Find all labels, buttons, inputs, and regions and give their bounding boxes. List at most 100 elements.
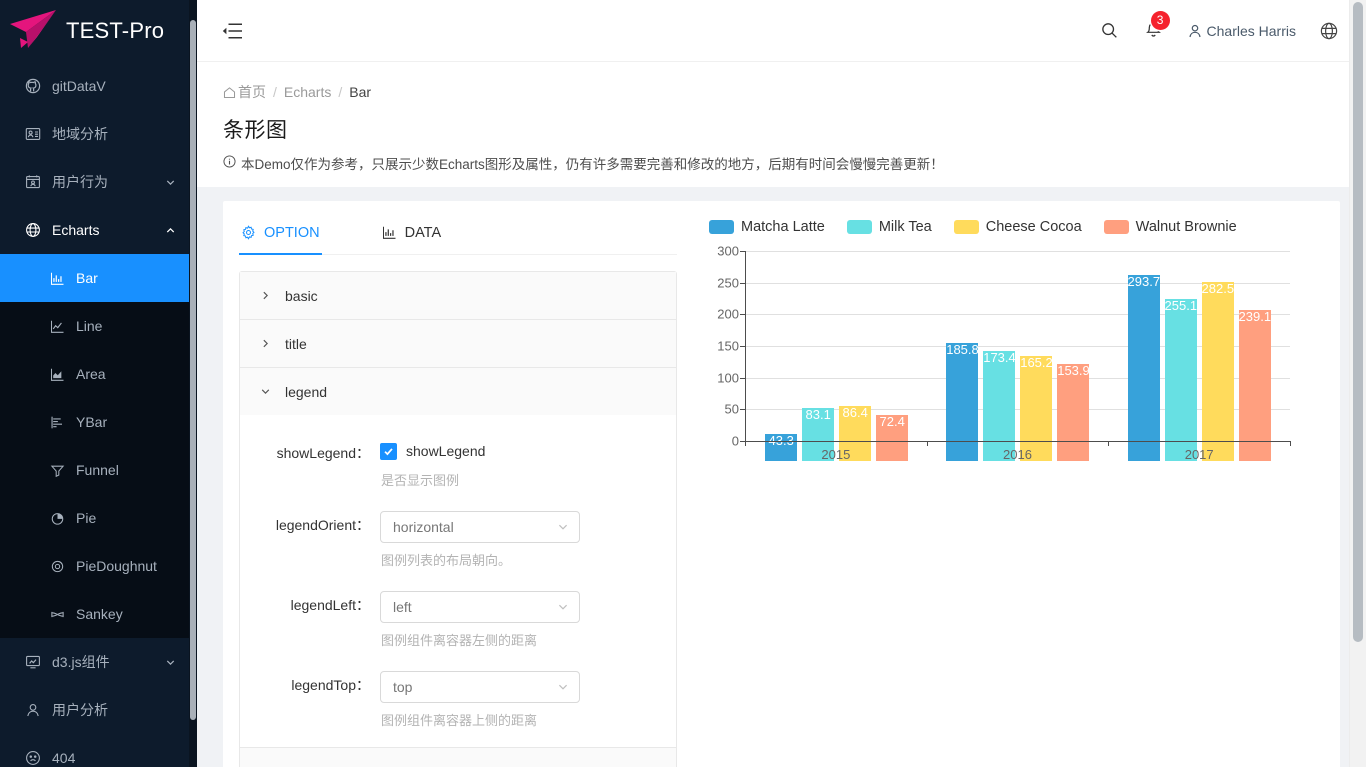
sidebar-item-label: 404 (52, 750, 76, 766)
y-tick-label: 100 (717, 370, 739, 386)
collapse-header-title[interactable]: title (240, 320, 676, 367)
sidebar-scrollbar-track[interactable] (189, 0, 197, 767)
y-tick-label: 50 (724, 401, 739, 417)
user-menu[interactable]: Charles Harris (1187, 23, 1296, 39)
page-description: 本Demo仅作为参考，只展示少数Echarts图形及属性，仍有许多需要完善和修改… (223, 153, 1340, 173)
legendleft-select[interactable]: left (380, 591, 580, 623)
bar[interactable]: 165.2 (1020, 355, 1053, 461)
bar-value-label: 255.1 (1164, 298, 1198, 314)
sidebar-item-label: Area (76, 366, 106, 382)
bar[interactable]: 282.5 (1201, 281, 1235, 461)
sidebar-item-label: gitDataV (52, 78, 106, 94)
collapse-label: basic (285, 287, 318, 304)
sidebar-item-ybar[interactable]: YBar (0, 398, 197, 446)
bar-value-label: 282.5 (1201, 281, 1235, 297)
sidebar-item-bar[interactable]: Bar (0, 254, 197, 302)
breadcrumb: 首页 / Echarts / Bar (223, 82, 1340, 102)
bell-icon[interactable]: 3 (1143, 10, 1170, 42)
sidebar-item-line[interactable]: Line (0, 302, 197, 350)
brand-logo[interactable]: TEST-Pro (0, 0, 197, 62)
topbar: 3 Charles Harris (197, 0, 1366, 62)
legend-item[interactable]: Walnut Brownie (1103, 219, 1237, 235)
sidebar-item-piedoughnut[interactable]: PieDoughnut (0, 542, 197, 590)
collapse-label: legend (285, 383, 328, 400)
globe-icon[interactable] (1318, 20, 1340, 42)
collapse-label: grid (285, 764, 308, 767)
breadcrumb-item-current: Bar (349, 84, 372, 100)
sidebar: TEST-Pro gitDataV 地域分析 用户行为 Echarts Bar … (0, 0, 197, 767)
bar-group: 185.8 173.4 165.2 153.9 (927, 271, 1108, 461)
panel-tabs: OPTION DATA (239, 211, 677, 255)
option-column: OPTION DATA basic title legend showLegen… (223, 201, 693, 767)
showlegend-checkbox[interactable] (380, 442, 397, 460)
collapse-header-legend[interactable]: legend (240, 368, 676, 415)
breadcrumb-item-home[interactable]: 首页 (223, 82, 266, 102)
bar[interactable]: 239.1 (1239, 309, 1271, 461)
search-icon[interactable] (1099, 20, 1121, 42)
chevron-right-icon (260, 290, 271, 301)
bar[interactable]: 255.1 (1164, 298, 1198, 461)
content-card: OPTION DATA basic title legend showLegen… (223, 201, 1340, 767)
chart-legend: Matcha Latte Milk Tea Cheese Cocoa Walnut B… (701, 205, 1322, 235)
sidebar-item-area[interactable]: Area (0, 350, 197, 398)
main-scrollbar-track[interactable] (1349, 0, 1366, 767)
collapse-panel-legend: legend showLegend ： showLegend 是否显示图例 le… (240, 368, 676, 748)
sidebar-item-user-analysis[interactable]: 用户分析 (0, 686, 197, 734)
select-value: horizontal (393, 519, 454, 535)
sidebar-item-funnel[interactable]: Funnel (0, 446, 197, 494)
gear-icon (241, 225, 256, 240)
main-scrollbar-thumb[interactable] (1353, 2, 1363, 642)
legendorient-select[interactable]: horizontal (380, 511, 580, 543)
globe-chart-icon (24, 221, 42, 239)
collapse-header-basic[interactable]: basic (240, 272, 676, 319)
sankey-icon (48, 605, 66, 623)
chevron-down-icon (557, 681, 569, 693)
form-row-legendleft: legendLeft left (250, 591, 658, 667)
bar-chart-icon (382, 225, 397, 240)
bar[interactable]: 293.7 (1127, 274, 1161, 461)
chart-y-axis-labels: 0 50 100 150 200 250 300 (703, 244, 739, 449)
sidebar-item-user-behavior[interactable]: 用户行为 (0, 158, 197, 206)
sidebar-item-label: YBar (76, 414, 108, 430)
home-icon (223, 86, 236, 99)
sidebar-item-label: 用户分析 (52, 702, 108, 718)
sidebar-item-gitdatav[interactable]: gitDataV (0, 62, 197, 110)
bar[interactable]: 185.8 (946, 342, 979, 461)
sidebar-item-d3js[interactable]: d3.js组件 (0, 638, 197, 686)
select-value: top (393, 679, 413, 695)
sidebar-scrollbar-thumb[interactable] (190, 20, 196, 720)
legend-item[interactable]: Matcha Latte (709, 219, 825, 235)
legend-swatch (846, 220, 872, 234)
bar[interactable]: 173.4 (983, 350, 1016, 461)
chart-x-axis-line (745, 441, 1290, 442)
breadcrumb-separator: / (338, 84, 343, 100)
tab-option[interactable]: OPTION (239, 211, 322, 255)
y-tick-label: 200 (717, 306, 739, 322)
sidebar-item-label: Funnel (76, 462, 119, 478)
user-icon (1187, 23, 1203, 39)
legendtop-select[interactable]: top (380, 671, 580, 703)
form-label: legendOrient (250, 511, 370, 535)
tab-label: DATA (404, 224, 442, 241)
x-tick-label: 2016 (1003, 447, 1032, 462)
breadcrumb-item-echarts[interactable]: Echarts (284, 84, 331, 100)
form-hint: 图例组件离容器左侧的距离 (381, 633, 538, 648)
sidebar-item-sankey[interactable]: Sankey (0, 590, 197, 638)
sidebar-item-404[interactable]: 404 (0, 734, 197, 767)
form-row-showlegend: showLegend show (250, 439, 658, 507)
sidebar-item-region-analysis[interactable]: 地域分析 (0, 110, 197, 158)
chart-column: Matcha Latte Milk Tea Cheese Cocoa Walnut B… (693, 201, 1340, 767)
showlegend-checkbox-row[interactable]: showLegend (380, 439, 580, 463)
sidebar-item-pie[interactable]: Pie (0, 494, 197, 542)
menu-fold-icon[interactable] (217, 16, 247, 46)
bar-value-label: 293.7 (1127, 274, 1161, 289)
chart-x-axis-labels: 2015 2016 2017 (745, 447, 1290, 462)
github-icon (24, 77, 42, 95)
sidebar-item-echarts[interactable]: Echarts (0, 206, 197, 254)
tab-data[interactable]: DATA (380, 211, 444, 254)
y-tick-label: 300 (717, 243, 739, 259)
legend-item[interactable]: Milk Tea (846, 219, 932, 235)
info-circle-icon (223, 153, 236, 168)
collapse-header-grid[interactable]: grid (240, 748, 676, 767)
legend-item[interactable]: Cheese Cocoa (953, 219, 1082, 235)
